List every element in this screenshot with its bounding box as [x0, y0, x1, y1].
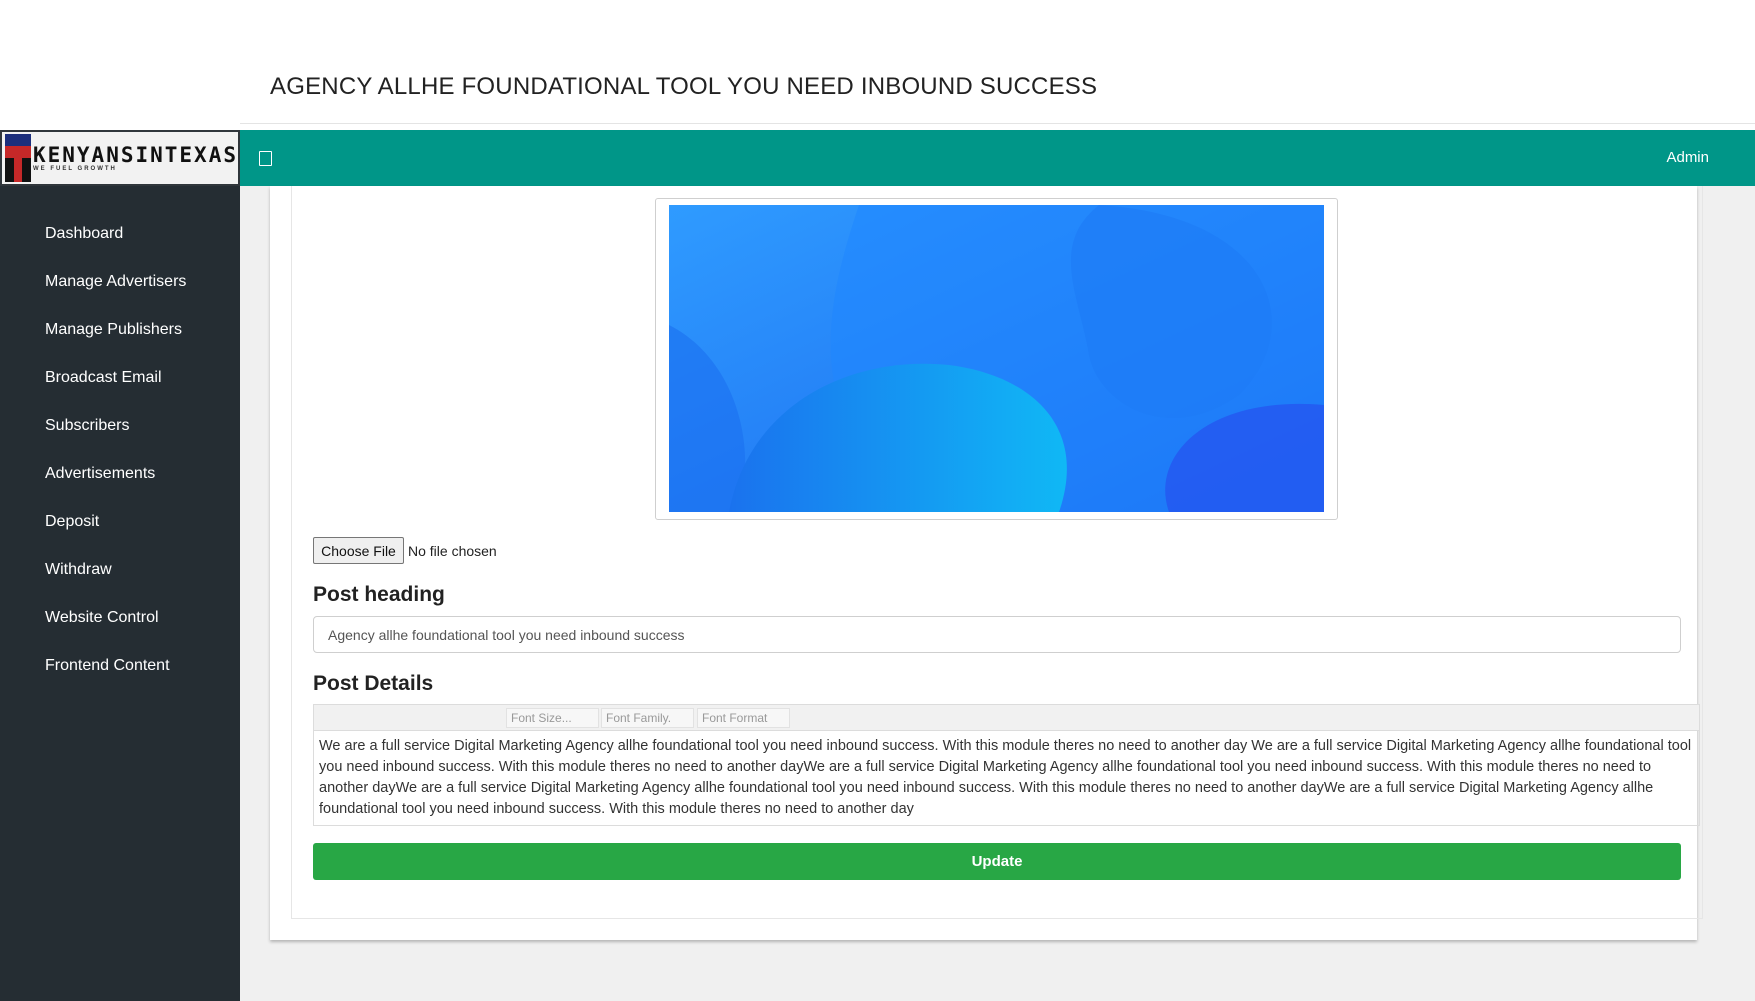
file-status-text: No file chosen: [408, 543, 497, 559]
post-image-preview: [669, 205, 1324, 512]
font-format-select[interactable]: Font Format: [697, 708, 790, 728]
flag-icon: [5, 134, 31, 182]
sidebar-item-withdraw[interactable]: Withdraw: [0, 546, 240, 594]
editor-toolbar: Font Size... Font Family. Font Format: [313, 704, 1700, 731]
post-details-label: Post Details: [313, 672, 434, 695]
sidebar-item-deposit[interactable]: Deposit: [0, 498, 240, 546]
page-title-bar: AGENCY ALLHE FOUNDATIONAL TOOL YOU NEED …: [240, 0, 1755, 124]
topbar: Admin: [240, 130, 1755, 186]
sidebar-item-website-control[interactable]: Website Control: [0, 594, 240, 642]
sidebar-nav: Dashboard Manage Advertisers Manage Publ…: [0, 210, 240, 690]
post-heading-label: Post heading: [313, 583, 445, 606]
sidebar-item-frontend-content[interactable]: Frontend Content: [0, 642, 240, 690]
logo-text: KENYANSINTEXAS: [32, 142, 238, 167]
update-button[interactable]: Update: [313, 843, 1681, 880]
brand-logo[interactable]: KENYANSINTEXAS WE FUEL GROWTH: [0, 130, 240, 186]
sidebar-item-advertisements[interactable]: Advertisements: [0, 450, 240, 498]
sidebar-item-subscribers[interactable]: Subscribers: [0, 402, 240, 450]
sidebar-item-manage-publishers[interactable]: Manage Publishers: [0, 306, 240, 354]
post-heading-input[interactable]: [313, 616, 1681, 653]
sidebar-item-broadcast-email[interactable]: Broadcast Email: [0, 354, 240, 402]
sidebar-item-manage-advertisers[interactable]: Manage Advertisers: [0, 258, 240, 306]
sidebar: KENYANSINTEXAS WE FUEL GROWTH Dashboard …: [0, 130, 240, 1001]
choose-file-button[interactable]: Choose File: [313, 537, 404, 564]
font-size-select[interactable]: Font Size...: [506, 708, 599, 728]
font-family-select[interactable]: Font Family.: [601, 708, 694, 728]
admin-menu[interactable]: Admin: [1666, 149, 1709, 166]
sidebar-item-dashboard[interactable]: Dashboard: [0, 210, 240, 258]
logo-tagline: WE FUEL GROWTH: [32, 165, 117, 172]
page-title: AGENCY ALLHE FOUNDATIONAL TOOL YOU NEED …: [270, 73, 1098, 100]
sidebar-toggle-icon[interactable]: [259, 151, 272, 166]
post-details-editor[interactable]: We are a full service Digital Marketing …: [313, 731, 1700, 826]
